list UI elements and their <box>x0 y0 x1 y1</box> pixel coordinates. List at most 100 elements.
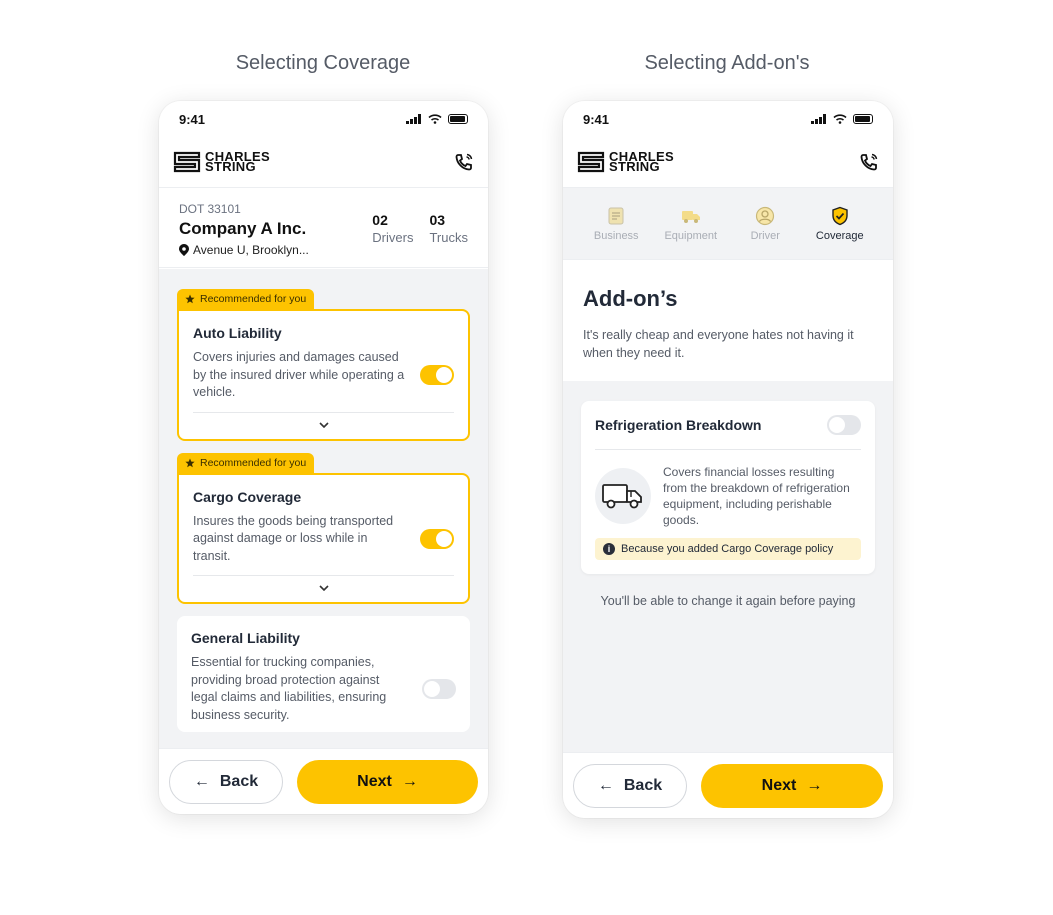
next-button[interactable]: Next → <box>297 759 478 804</box>
coverage-title: Auto Liability <box>193 325 282 341</box>
change-later-note: You'll be able to change it again before… <box>600 594 856 608</box>
info-icon: i <box>603 543 615 555</box>
star-icon <box>185 294 195 304</box>
system-icons <box>406 114 468 124</box>
wifi-icon <box>428 114 442 124</box>
status-time: 9:41 <box>179 111 206 127</box>
coverage-item-cargo: Recommended for you Cargo Coverage Insur… <box>177 452 470 604</box>
addons-header: Add-on’s It's really cheap and everyone … <box>563 260 893 383</box>
app-header: CHARLES STRING <box>563 137 893 188</box>
caption-selecting-coverage: Selecting Coverage <box>235 52 411 74</box>
phone-call-icon[interactable] <box>859 152 879 172</box>
arrow-right-icon: → <box>806 776 823 794</box>
coverage-description: Covers injuries and damages caused by th… <box>193 350 405 399</box>
addons-content: Refrigeration Breakdown Covers financial… <box>563 381 893 752</box>
app-header: CHARLES STRING <box>159 137 488 188</box>
expand-chevron[interactable] <box>193 575 454 594</box>
address-text: Avenue U, Brooklyn... <box>193 243 309 257</box>
coverage-item-auto-liability: Recommended for you Auto Liability Cover… <box>177 289 470 441</box>
step-equipment[interactable]: Equipment <box>660 206 722 242</box>
stat-drivers-label: Drivers <box>372 230 414 245</box>
footer-actions: ← Back Next → <box>563 752 893 818</box>
addon-toggle[interactable] <box>827 415 861 435</box>
brand-wordmark: CHARLES STRING <box>609 150 674 173</box>
stat-trucks-value: 03 <box>429 212 446 228</box>
expand-chevron[interactable] <box>193 411 454 431</box>
coverage-title: Cargo Coverage <box>193 488 302 505</box>
battery-icon <box>853 114 873 124</box>
arrow-right-icon: → <box>401 772 418 790</box>
document-icon <box>608 207 624 224</box>
recommendation-reason: i Because you added Cargo Coverage polic… <box>595 538 861 560</box>
recommended-tag-label: Recommended for you <box>200 456 307 469</box>
logo-mark-icon <box>577 151 605 173</box>
next-button[interactable]: Next → <box>701 763 883 808</box>
coverage-card[interactable]: General Liability Essential for trucking… <box>177 616 470 732</box>
company-name: Company A Inc. <box>179 219 307 238</box>
brand-logo[interactable]: CHARLES STRING <box>577 150 674 173</box>
phone-coverage-screen: 9:41 CHARLES STRING DOT 33101 Company A … <box>159 101 488 814</box>
coverage-title: General Liability <box>191 630 300 646</box>
company-summary: DOT 33101 Company A Inc. Avenue U, Brook… <box>159 188 488 268</box>
coverage-toggle[interactable] <box>422 679 456 699</box>
coverage-description: Essential for trucking companies, provid… <box>191 655 387 722</box>
status-time: 9:41 <box>583 111 610 127</box>
step-driver[interactable]: Driver <box>734 206 796 242</box>
step-label: Driver <box>750 229 780 242</box>
coverage-toggle[interactable] <box>420 365 454 386</box>
stat-trucks: 03 Trucks <box>429 212 468 245</box>
chevron-down-icon <box>318 421 329 428</box>
recommended-tag: Recommended for you <box>177 289 315 309</box>
step-business[interactable]: Business <box>585 206 647 242</box>
next-button-label: Next <box>761 776 797 794</box>
back-button-label: Back <box>623 776 663 794</box>
recommendation-reason-text: Because you added Cargo Coverage policy <box>621 543 834 555</box>
star-icon <box>185 458 195 467</box>
addon-title: Refrigeration Breakdown <box>595 417 762 433</box>
step-coverage[interactable]: Coverage <box>809 206 871 242</box>
logo-mark-icon <box>173 151 201 173</box>
location-pin-icon <box>179 244 189 256</box>
back-button[interactable]: ← Back <box>573 763 687 808</box>
brand-wordmark: CHARLES STRING <box>205 150 270 173</box>
arrow-left-icon: ← <box>193 772 210 790</box>
user-circle-icon <box>756 206 775 225</box>
coverage-list: Recommended for you Auto Liability Cover… <box>159 269 488 750</box>
recommended-tag-label: Recommended for you <box>200 293 307 305</box>
coverage-card[interactable]: Auto Liability Covers injuries and damag… <box>177 309 470 441</box>
system-icons <box>811 114 873 124</box>
coverage-description: Insures the goods being transported agai… <box>193 513 394 563</box>
stat-drivers: 02 Drivers <box>372 212 413 245</box>
status-bar: 9:41 <box>563 101 893 137</box>
wifi-icon <box>833 114 847 124</box>
stat-drivers-value: 02 <box>372 212 388 228</box>
truck-icon <box>681 210 700 223</box>
addon-description: Covers financial losses resulting from t… <box>663 465 850 527</box>
step-label: Coverage <box>815 229 864 242</box>
step-label: Equipment <box>664 229 718 242</box>
signal-icon <box>811 114 826 124</box>
next-button-label: Next <box>357 772 392 790</box>
truck-illustration <box>595 468 651 524</box>
coverage-item-general-liability: General Liability Essential for trucking… <box>177 616 470 732</box>
dot-number: DOT 33101 <box>179 202 241 216</box>
footer-actions: ← Back Next → <box>159 748 488 814</box>
company-stats: 02 Drivers 03 Trucks <box>372 202 468 253</box>
caption-selecting-addons: Selecting Add-on's <box>644 52 810 74</box>
page-subtitle: It's really cheap and everyone hates not… <box>583 328 854 360</box>
signal-icon <box>406 114 421 124</box>
step-label: Business <box>593 229 639 242</box>
addon-card-refrigeration[interactable]: Refrigeration Breakdown Covers financial… <box>581 401 875 574</box>
shield-check-icon <box>832 206 848 225</box>
back-button-label: Back <box>219 772 259 790</box>
coverage-card[interactable]: Cargo Coverage Insures the goods being t… <box>177 472 470 604</box>
refrigerated-truck-icon <box>602 484 642 509</box>
phone-call-icon[interactable] <box>454 152 474 172</box>
back-button[interactable]: ← Back <box>169 759 283 804</box>
battery-icon <box>448 114 468 124</box>
company-address: Avenue U, Brooklyn... <box>179 243 309 257</box>
page-title: Add-on’s <box>583 286 678 311</box>
coverage-toggle[interactable] <box>420 528 454 549</box>
brand-logo[interactable]: CHARLES STRING <box>173 150 270 173</box>
phone-addons-screen: 9:41 CHARLES STRING Business Equipment D <box>563 101 893 818</box>
